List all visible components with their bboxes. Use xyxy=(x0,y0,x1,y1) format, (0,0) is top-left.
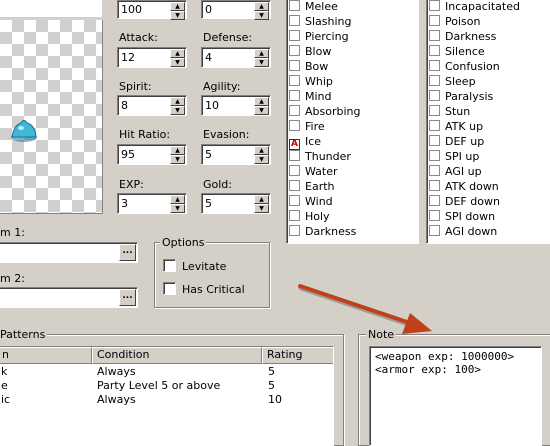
annotation-arrow xyxy=(298,284,432,334)
